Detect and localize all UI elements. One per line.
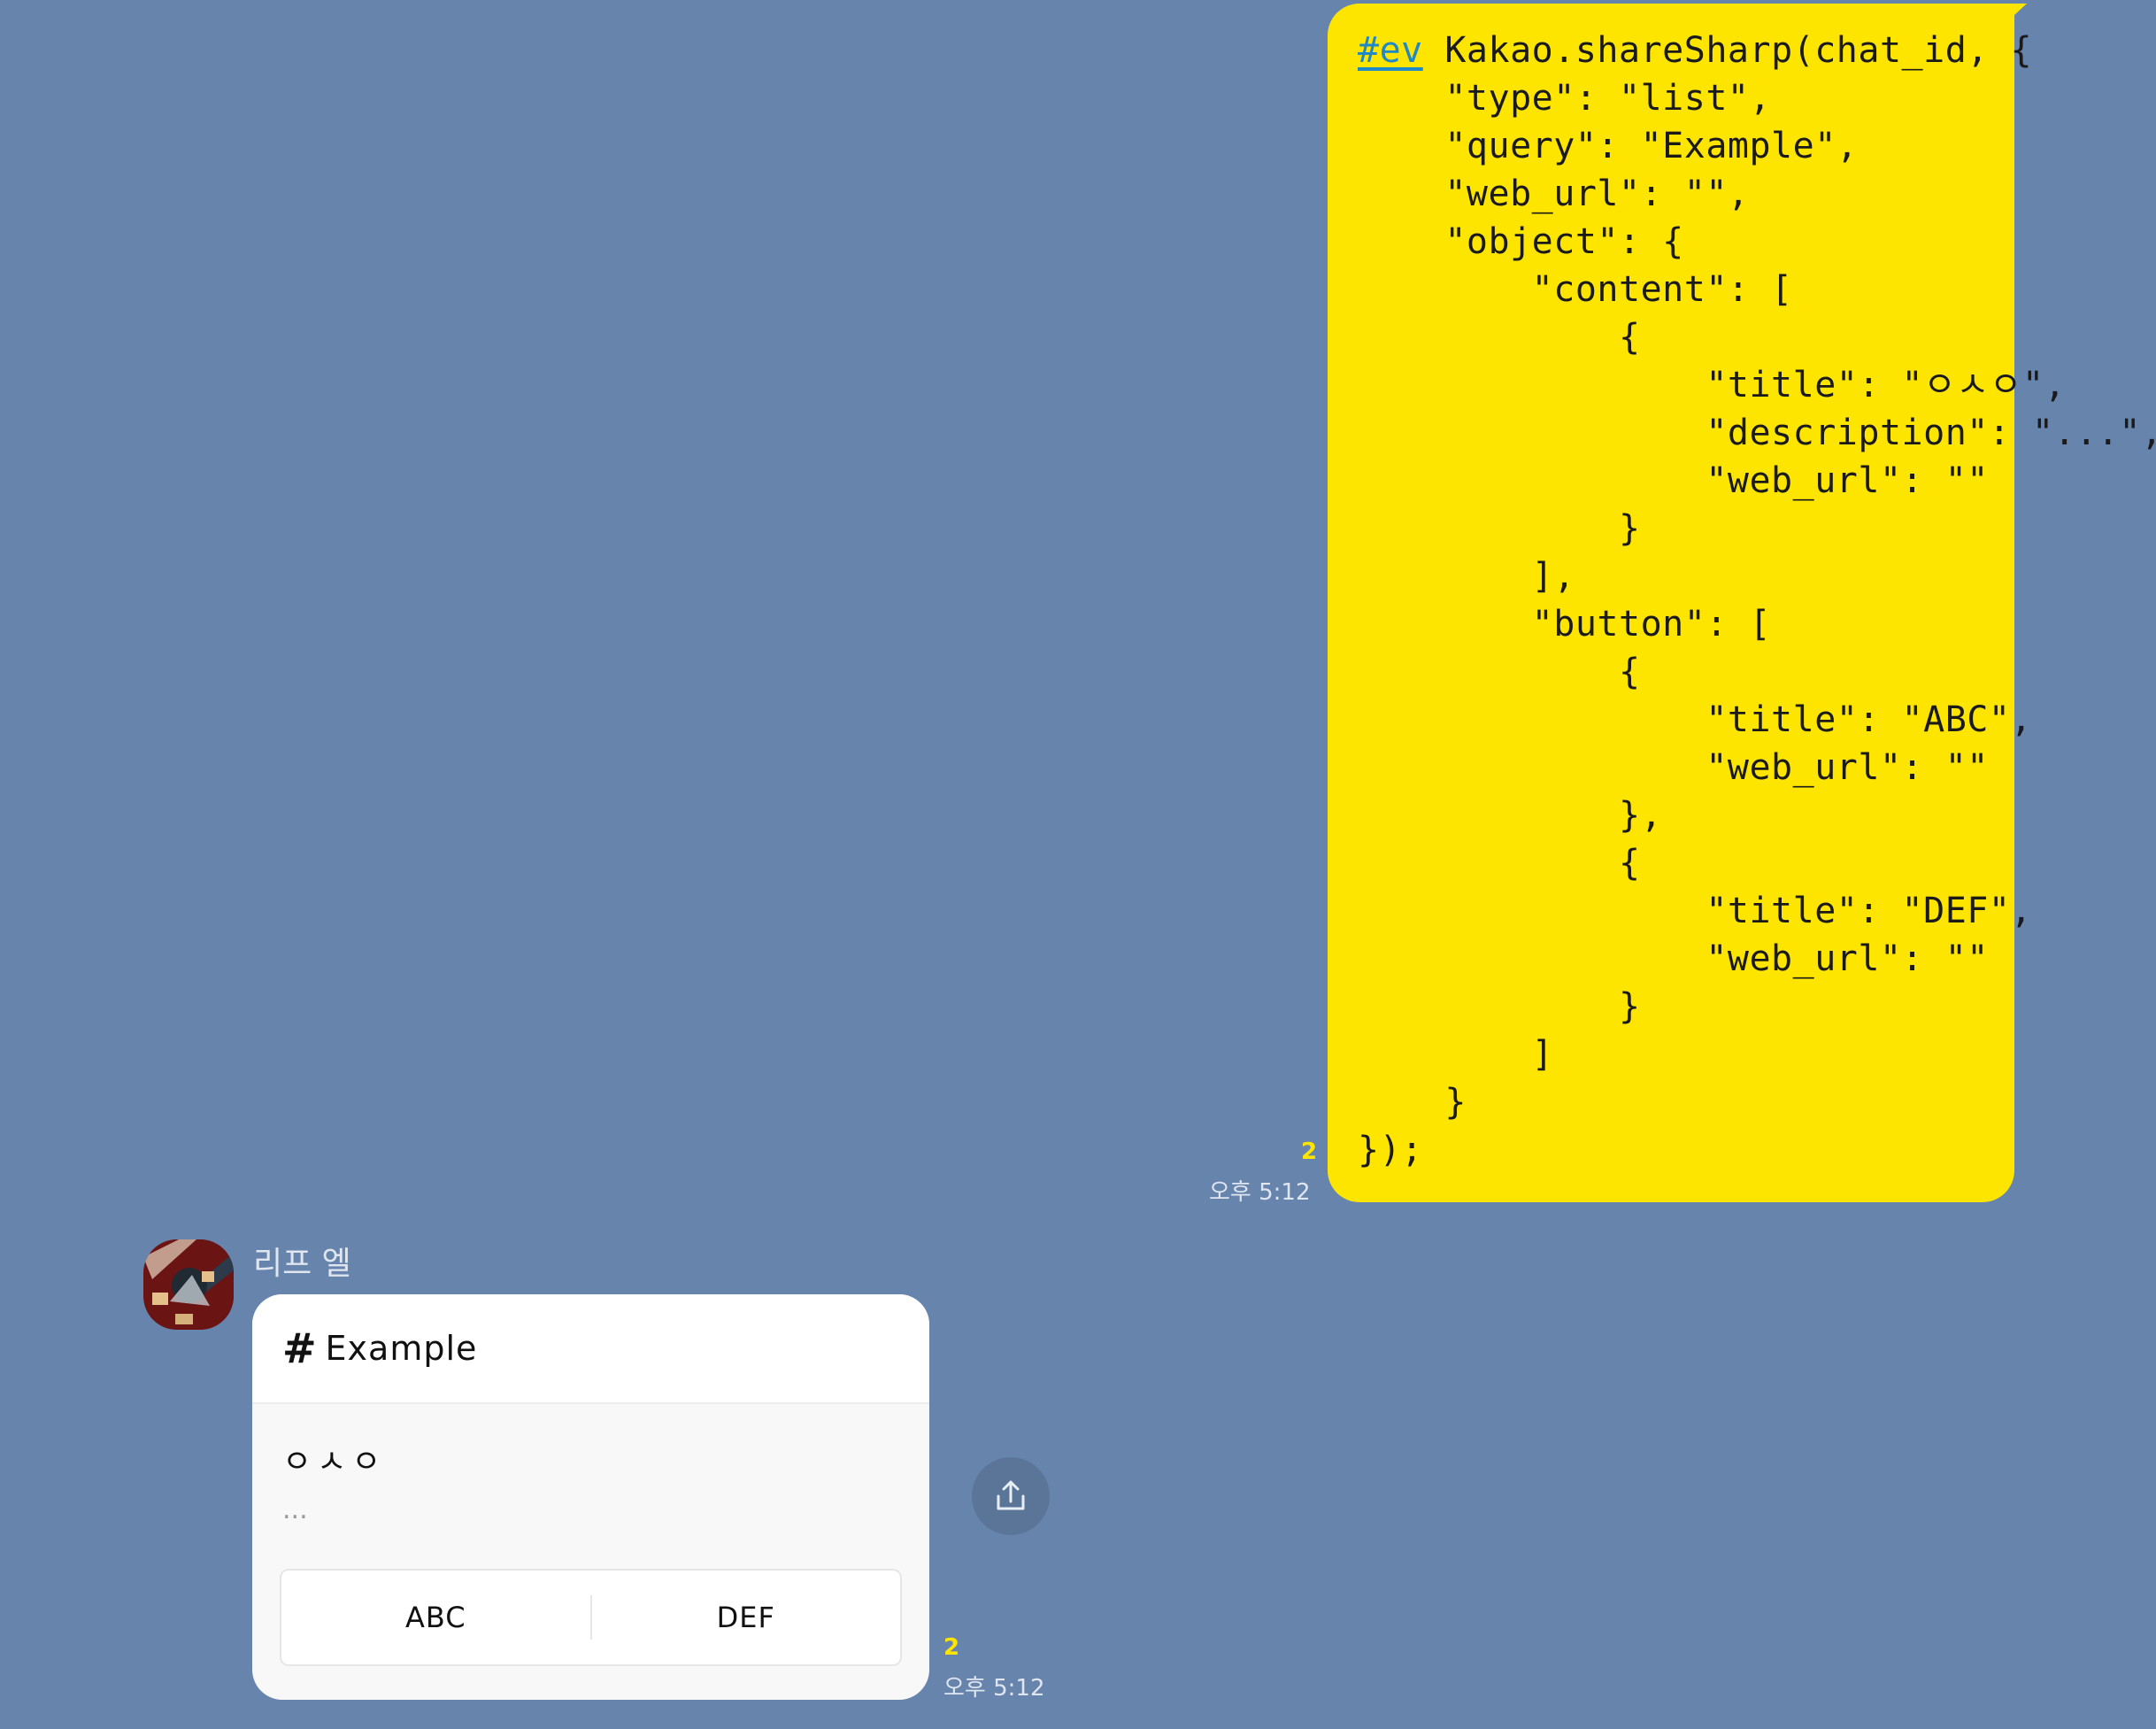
sent-message-bubble[interactable]: #ev Kakao.shareSharp(chat_id, { "type": … bbox=[1328, 4, 2156, 1202]
sent-timestamp: 오후 5:12 bbox=[1209, 1179, 1311, 1206]
card-item-description: ... bbox=[282, 1494, 308, 1525]
code-first-line: Kakao.shareSharp(chat_id, { bbox=[1422, 30, 2033, 71]
sender-name: 리프 엘 bbox=[253, 1246, 351, 1282]
card-query-title: Example bbox=[325, 1329, 478, 1368]
received-timestamp: 오후 5:12 bbox=[943, 1675, 1045, 1702]
card-button-def[interactable]: DEF bbox=[592, 1571, 901, 1664]
share-icon bbox=[997, 1480, 1025, 1510]
sender-avatar[interactable] bbox=[143, 1239, 234, 1330]
share-button[interactable] bbox=[972, 1457, 1050, 1535]
hash-icon: # bbox=[282, 1324, 317, 1372]
received-read-count: 2 bbox=[943, 1634, 960, 1661]
card-item-title[interactable]: ㅇㅅㅇ bbox=[282, 1436, 386, 1482]
share-card[interactable]: # Example ㅇㅅㅇ ... ABC DEF bbox=[252, 1294, 929, 1700]
avatar-image bbox=[143, 1239, 234, 1330]
hashtag-link[interactable]: #ev bbox=[1358, 30, 1423, 71]
sent-message-text: #ev Kakao.shareSharp(chat_id, { "type": … bbox=[1358, 27, 2156, 1174]
card-button-abc[interactable]: ABC bbox=[281, 1571, 590, 1664]
sent-read-count: 2 bbox=[1301, 1139, 1318, 1165]
code-body: "type": "list", "query": "Example", "web… bbox=[1358, 78, 2156, 1170]
card-button-row: ABC DEF bbox=[280, 1569, 902, 1666]
card-header[interactable]: # Example bbox=[252, 1294, 929, 1404]
